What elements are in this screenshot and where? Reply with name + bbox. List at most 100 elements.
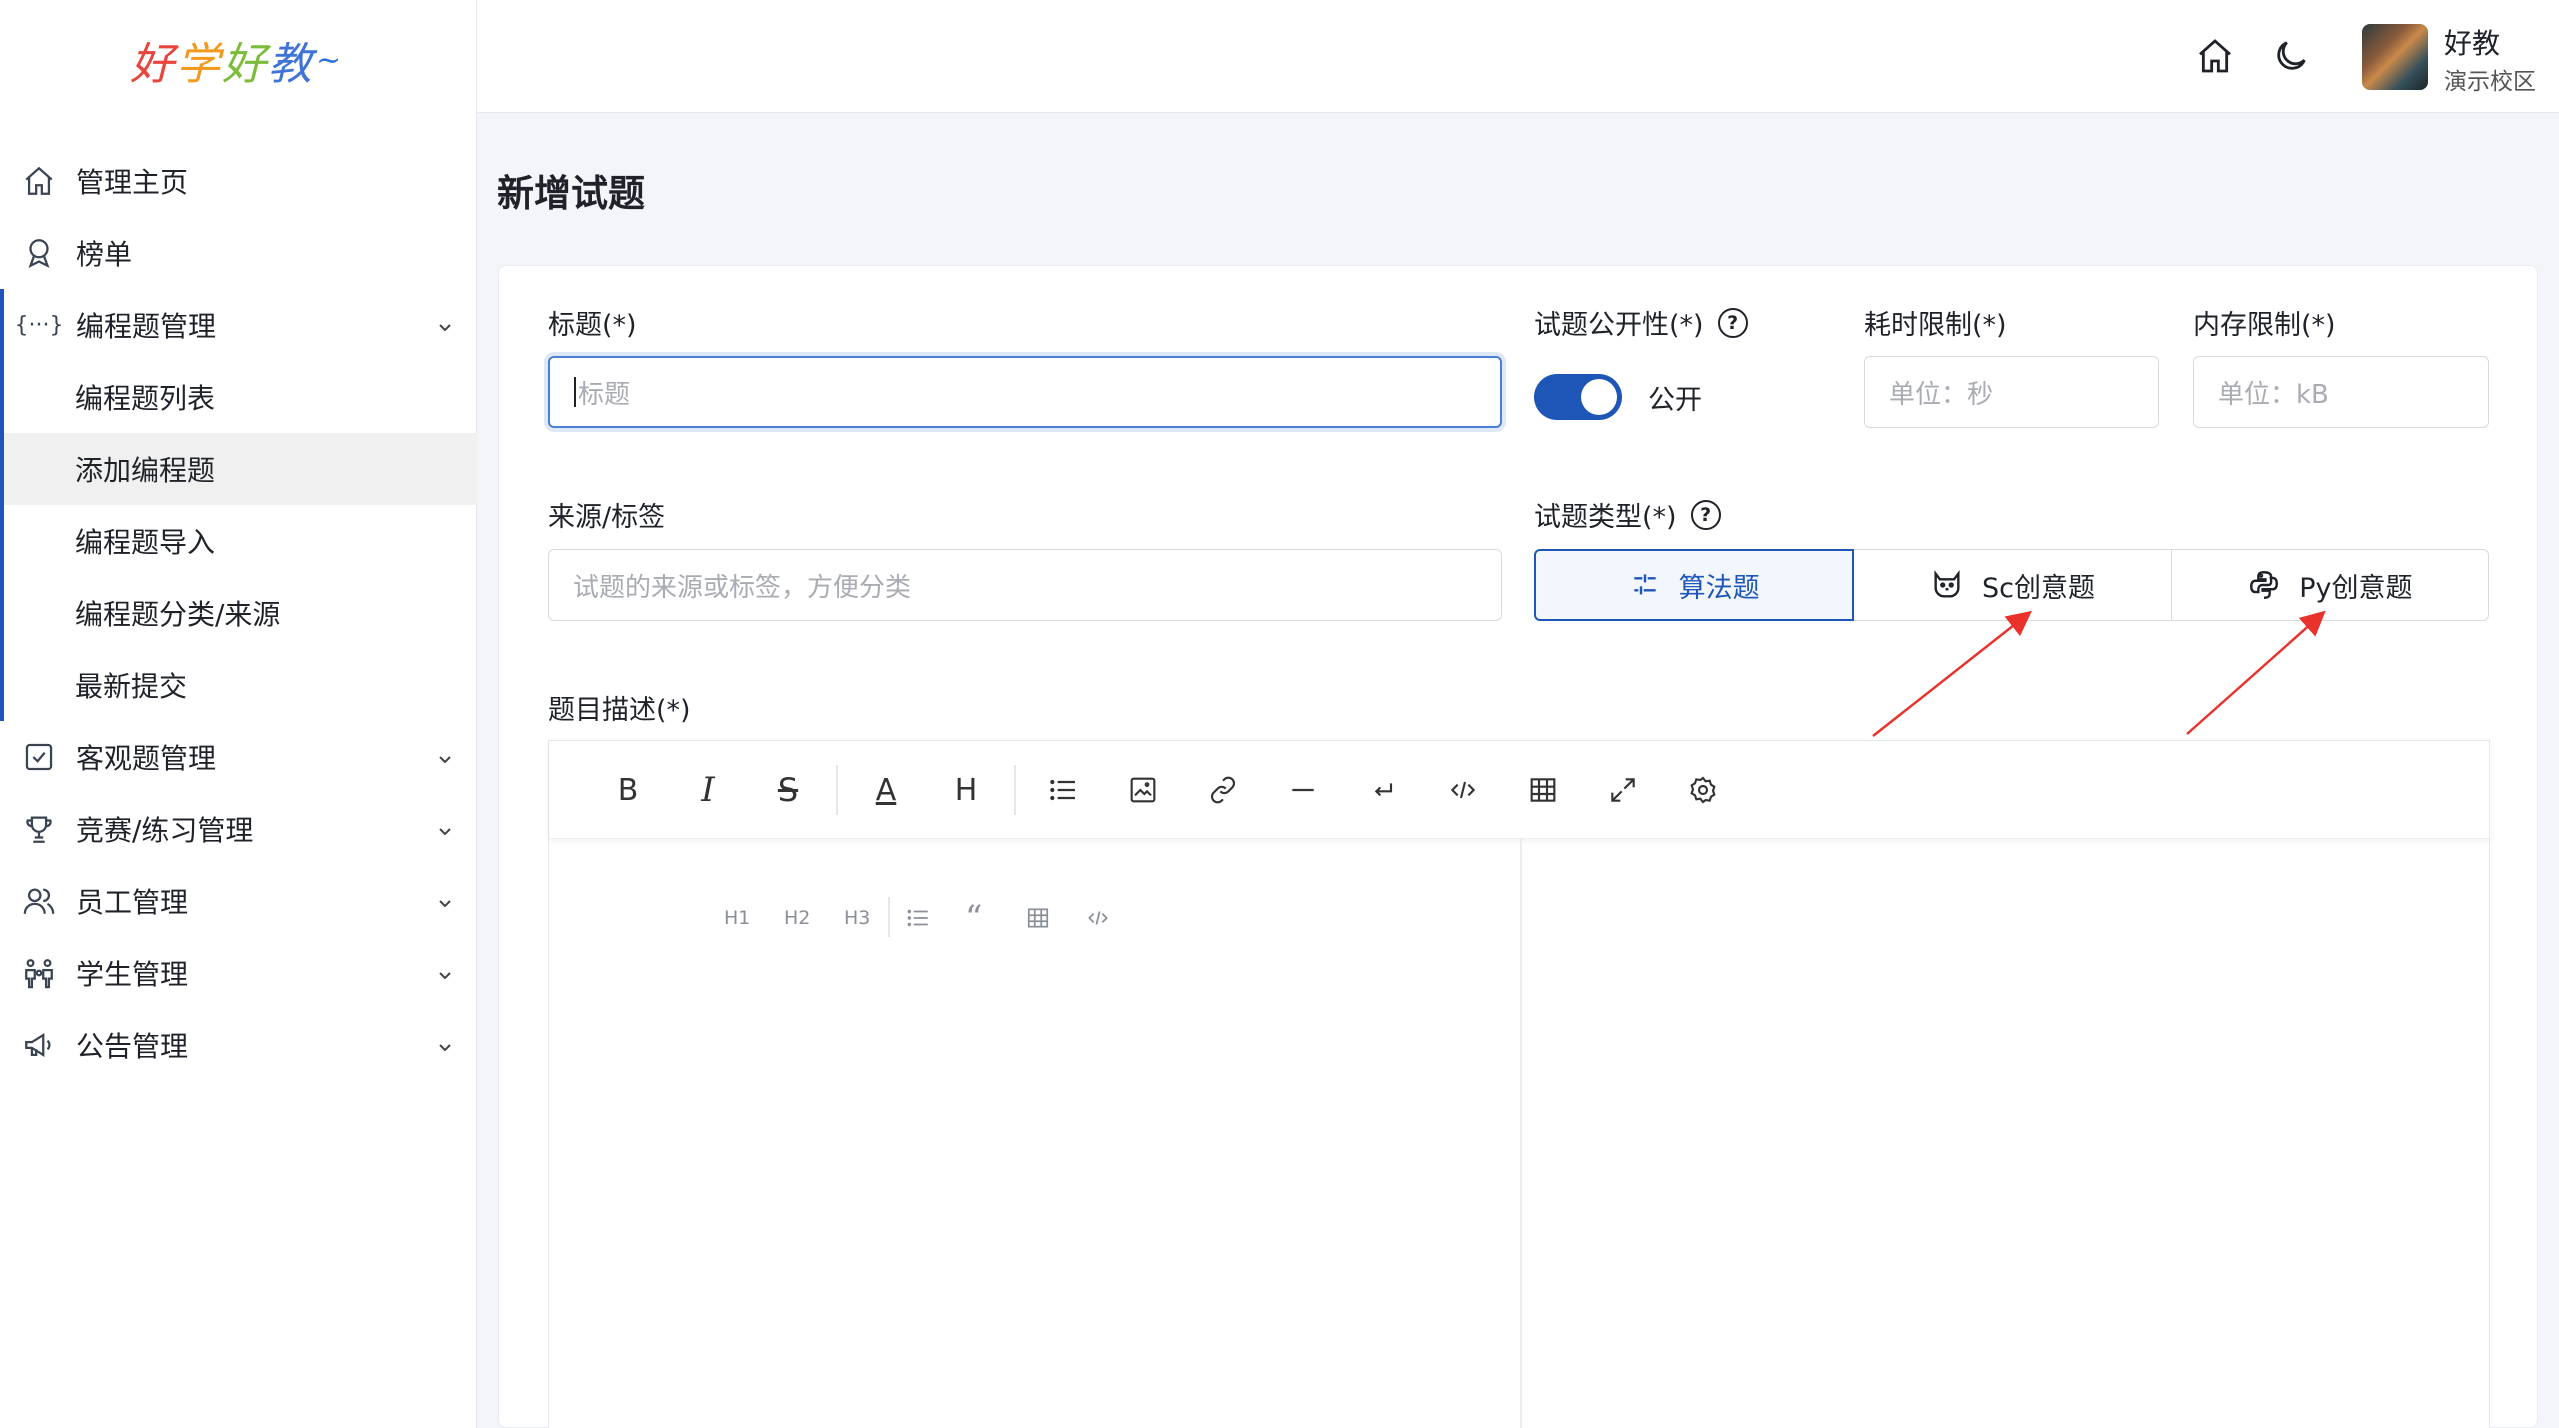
top-header: 好教 演示校区 — [477, 0, 2559, 113]
subitem-label: 编程题导入 — [75, 526, 216, 559]
cat-icon — [1934, 570, 1960, 598]
mini-quote-icon[interactable]: “ — [965, 898, 982, 938]
chevron-down-icon — [433, 745, 457, 769]
text-caret — [574, 377, 576, 407]
heading-icon[interactable]: H — [946, 770, 986, 810]
sidebar-item-home[interactable]: 管理主页 — [0, 145, 477, 217]
logo: 好学好教 ∼ — [130, 39, 344, 90]
mini-table-icon[interactable] — [1025, 903, 1051, 933]
python-icon — [2250, 571, 2279, 599]
fullscreen-icon[interactable] — [1603, 770, 1643, 810]
subitem-label: 添加编程题 — [75, 454, 216, 487]
mini-h2-button[interactable]: H2 — [784, 903, 810, 933]
type-label: 试题类型(*) ? — [1534, 495, 1721, 534]
sidebar-item-label: 学生管理 — [76, 958, 189, 991]
moon-icon[interactable] — [2271, 36, 2311, 76]
code-braces-icon: {···} — [14, 312, 64, 338]
mini-code-icon[interactable] — [1085, 903, 1111, 933]
mini-h3-button[interactable]: H3 — [844, 903, 870, 933]
students-icon — [20, 954, 58, 992]
type-scratch-button[interactable]: Sc创意题 — [1854, 549, 2172, 621]
italic-icon[interactable]: I — [688, 770, 728, 810]
line-break-icon[interactable] — [1363, 770, 1403, 810]
sidebar-item-students[interactable]: 学生管理 — [0, 937, 477, 1009]
type-algorithm-button[interactable]: 算法题 — [1534, 549, 1855, 621]
time-limit-label: 耗时限制(*) — [1864, 310, 2007, 341]
mini-toolbar-divider — [888, 897, 890, 937]
chevron-down-icon — [433, 961, 457, 985]
chevron-down-icon — [433, 313, 457, 337]
sidebar-subitem-problem-list[interactable]: 编程题列表 — [4, 361, 477, 433]
title-label: 标题(*) — [548, 310, 637, 341]
subitem-label: 最新提交 — [75, 670, 188, 703]
source-placeholder: 试题的来源或标签，方便分类 — [573, 572, 912, 603]
sidebar-item-label: 竞赛/练习管理 — [76, 814, 254, 847]
subitem-label: 编程题列表 — [75, 382, 216, 415]
sidebar-item-objective[interactable]: 客观题管理 — [0, 721, 477, 793]
trophy-icon — [20, 810, 58, 848]
award-icon — [20, 234, 58, 272]
subitem-label: 编程题分类/来源 — [75, 598, 281, 631]
sidebar-subitem-import[interactable]: 编程题导入 — [4, 505, 477, 577]
bold-icon[interactable]: B — [608, 770, 648, 810]
memory-limit-label: 内存限制(*) — [2193, 310, 2336, 341]
sliders-icon — [1633, 574, 1656, 595]
sidebar-subitem-add-problem[interactable]: 添加编程题 — [4, 433, 477, 505]
font-color-icon[interactable]: A — [866, 770, 906, 810]
megaphone-icon — [20, 1026, 58, 1064]
help-icon[interactable]: ? — [1717, 307, 1748, 338]
description-label: 题目描述(*) — [548, 695, 691, 726]
editor-toolbar: B I S A H — [549, 741, 2491, 839]
home-icon — [20, 162, 58, 200]
title-input[interactable]: 标题 — [548, 356, 1502, 428]
avatar[interactable] — [2362, 24, 2428, 90]
chevron-down-icon — [433, 1033, 457, 1057]
page-title: 新增试题 — [497, 172, 645, 215]
source-label: 来源/标签 — [548, 502, 666, 533]
toggle-knob — [1581, 379, 1617, 415]
public-toggle[interactable] — [1534, 374, 1622, 420]
sidebar-subitem-category[interactable]: 编程题分类/来源 — [4, 577, 477, 649]
time-limit-input[interactable]: 单位：秒 — [1864, 356, 2159, 428]
sidebar-item-label: 客观题管理 — [76, 742, 217, 775]
mini-h1-button[interactable]: H1 — [724, 903, 750, 933]
sidebar-item-label: 员工管理 — [76, 886, 189, 919]
sidebar-item-contest[interactable]: 竞赛/练习管理 — [0, 793, 477, 865]
memory-limit-placeholder: 单位：kB — [2218, 379, 2329, 410]
markdown-editor: B I S A H H1 H2 H3 “ — [548, 740, 2491, 1428]
sidebar-subitem-latest-submissions[interactable]: 最新提交 — [4, 649, 477, 721]
memory-limit-input[interactable]: 单位：kB — [2193, 356, 2489, 428]
type-label: Sc创意题 — [1982, 572, 2095, 604]
sidebar-item-coding-management[interactable]: {···} 编程题管理 — [0, 289, 477, 361]
home-icon[interactable] — [2195, 36, 2235, 76]
sidebar-item-ranking[interactable]: 榜单 — [0, 217, 477, 289]
toolbar-divider — [1014, 765, 1016, 815]
checkbox-icon — [20, 738, 58, 776]
code-icon[interactable] — [1443, 770, 1483, 810]
problem-type-segmented: 算法题 Sc创意题 Py创意题 — [1534, 549, 2489, 621]
image-icon[interactable] — [1123, 770, 1163, 810]
public-label-text: 试题公开性(*) — [1534, 310, 1704, 341]
toolbar-divider — [836, 765, 838, 815]
list-icon[interactable] — [1043, 770, 1083, 810]
sidebar-item-announcements[interactable]: 公告管理 — [0, 1009, 477, 1081]
type-label-text: 试题类型(*) — [1534, 502, 1677, 533]
link-icon[interactable] — [1203, 770, 1243, 810]
user-campus: 演示校区 — [2444, 69, 2536, 95]
horizontal-rule-icon[interactable] — [1283, 770, 1323, 810]
type-python-button[interactable]: Py创意题 — [2171, 549, 2489, 621]
sidebar-item-staff[interactable]: 员工管理 — [0, 865, 477, 937]
chevron-down-icon — [433, 889, 457, 913]
table-icon[interactable] — [1523, 770, 1563, 810]
chevron-down-icon — [433, 817, 457, 841]
editor-pane-divider — [1520, 839, 1522, 1428]
users-icon — [20, 882, 58, 920]
mini-list-icon[interactable] — [905, 903, 931, 933]
user-name[interactable]: 好教 — [2444, 22, 2500, 62]
title-placeholder: 标题 — [578, 379, 631, 410]
source-input[interactable]: 试题的来源或标签，方便分类 — [548, 549, 1502, 621]
strikethrough-icon[interactable]: S — [768, 770, 808, 810]
settings-gear-icon[interactable] — [1683, 770, 1723, 810]
help-icon[interactable]: ? — [1690, 499, 1721, 530]
public-label: 试题公开性(*) ? — [1534, 303, 1748, 342]
